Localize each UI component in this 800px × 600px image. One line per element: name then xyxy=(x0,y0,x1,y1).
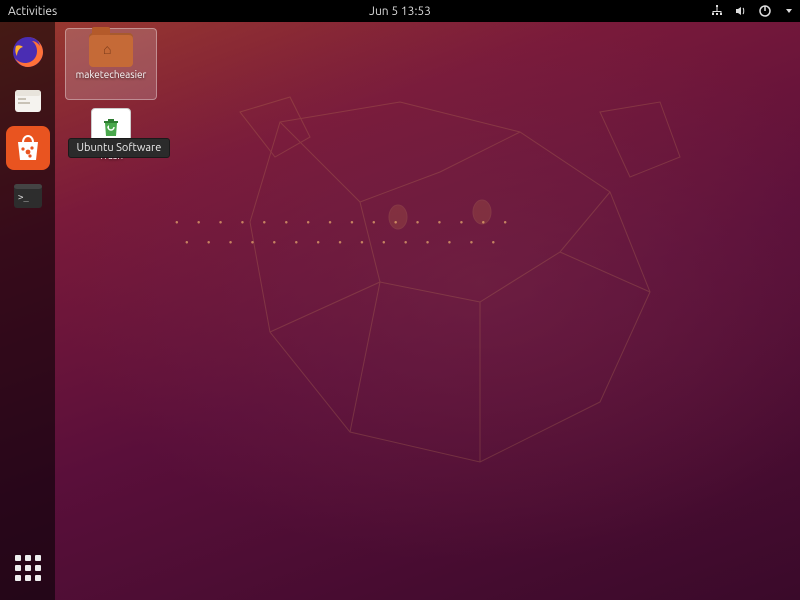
wallpaper-dots: • • • • • • • • • • • • • • • xyxy=(185,237,503,248)
desktop[interactable]: • • • • • • • • • • • • • • • • • • • • … xyxy=(0,22,800,600)
system-menu-chevron-icon[interactable] xyxy=(786,9,792,13)
home-folder-icon[interactable]: ⌂ maketecheasier xyxy=(65,28,157,100)
show-applications-button[interactable] xyxy=(6,546,50,590)
firefox-icon xyxy=(10,34,46,70)
terminal-icon: >_ xyxy=(10,178,46,214)
home-icon: ⌂ xyxy=(103,41,111,57)
home-folder-label: maketecheasier xyxy=(76,69,147,80)
folder-icon: ⌂ xyxy=(89,33,133,67)
volume-icon[interactable] xyxy=(734,4,748,18)
shopping-bag-icon xyxy=(12,132,44,164)
network-icon[interactable] xyxy=(710,4,724,18)
wallpaper-dots: • • • • • • • • • • • • • • • • xyxy=(175,217,515,228)
wallpaper-art xyxy=(180,82,740,502)
dock-item-firefox[interactable] xyxy=(6,30,50,74)
files-icon xyxy=(10,82,46,118)
power-icon[interactable] xyxy=(758,4,772,18)
activities-button[interactable]: Activities xyxy=(8,5,57,18)
clock[interactable]: Jun 5 13:53 xyxy=(369,5,431,18)
dock-tooltip: Ubuntu Software xyxy=(68,138,171,158)
dock-item-ubuntu-software[interactable]: Ubuntu Software xyxy=(6,126,50,170)
top-bar: Activities Jun 5 13:53 xyxy=(0,0,800,22)
dock: Ubuntu Software >_ xyxy=(0,22,55,600)
dock-item-terminal[interactable]: >_ xyxy=(6,174,50,218)
dock-item-files[interactable] xyxy=(6,78,50,122)
svg-text:>_: >_ xyxy=(18,193,29,203)
